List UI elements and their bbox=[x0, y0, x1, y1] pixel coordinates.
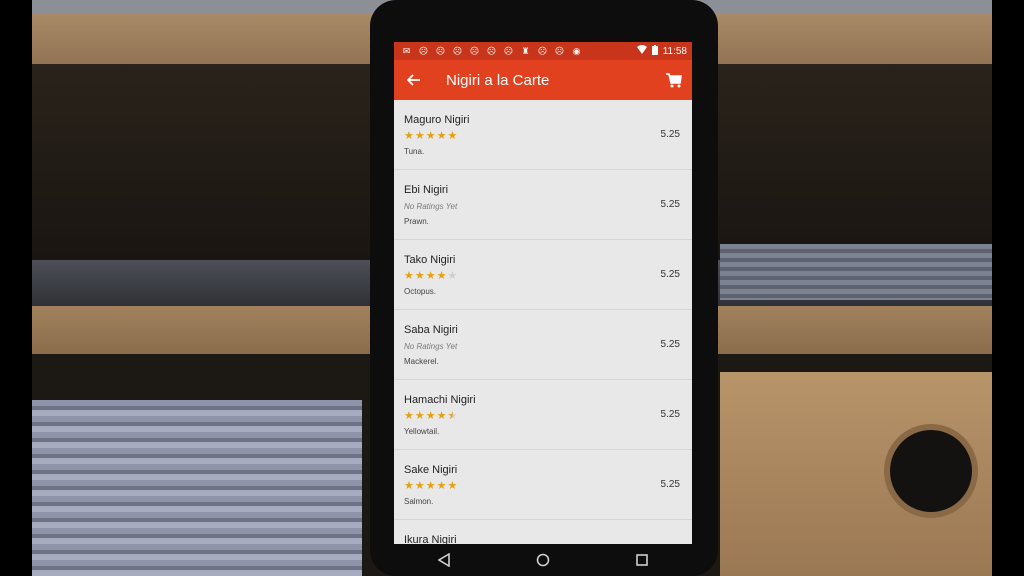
app-bar: Nigiri a la Carte bbox=[394, 60, 692, 100]
message-icon: ✉ bbox=[402, 45, 411, 56]
menu-item[interactable]: Tako Nigiri ★ ★ ★ ★ ★ Octopus. 5.25 bbox=[394, 240, 692, 310]
star-icon: ★ bbox=[414, 130, 425, 142]
alert-icon: ☹ bbox=[554, 45, 565, 56]
item-name: Ebi Nigiri bbox=[404, 184, 449, 196]
star-icon: ★ bbox=[447, 270, 458, 282]
wifi-icon bbox=[636, 45, 647, 57]
alert-icon: ☹ bbox=[469, 45, 480, 56]
sync-icon: ◉ bbox=[572, 45, 581, 56]
star-rating: ★ ★ ★ ★ ★ bbox=[404, 130, 457, 142]
star-icon: ★ bbox=[425, 270, 436, 282]
system-nav-bar bbox=[394, 544, 692, 576]
item-description: Mackerel. bbox=[404, 357, 439, 366]
notification-icons: ✉ ☹ ☹ ☹ ☹ ☹ ☹ ♜ ☹ ☹ ◉ bbox=[394, 46, 583, 57]
star-icon: ★ bbox=[404, 270, 414, 282]
item-name: Tako Nigiri bbox=[404, 254, 456, 266]
item-description: Octopus. bbox=[404, 287, 437, 296]
star-icon: ★ bbox=[404, 410, 414, 422]
triangle-back-icon bbox=[437, 553, 450, 567]
star-rating: ★ ★ ★ ★ ★ bbox=[404, 480, 457, 492]
menu-list: Maguro Nigiri ★ ★ ★ ★ ★ Tuna. 5.25 Ebi Nigiri No … bbox=[394, 100, 692, 544]
paper-stack bbox=[32, 400, 362, 576]
cart-button[interactable] bbox=[656, 60, 692, 100]
star-icon: ★ bbox=[436, 410, 447, 422]
star-rating: ★ ★ ★ ★ ★ bbox=[404, 410, 457, 422]
star-icon: ★ bbox=[436, 480, 447, 492]
drawer-hole bbox=[890, 430, 972, 512]
star-icon: ★ bbox=[404, 480, 414, 492]
item-description: Prawn. bbox=[404, 217, 429, 226]
item-name: Saba Nigiri bbox=[404, 324, 458, 336]
back-button[interactable] bbox=[394, 60, 434, 100]
circle-home-icon bbox=[536, 553, 550, 567]
item-description: Yellowtail. bbox=[404, 427, 440, 436]
alert-icon: ☹ bbox=[486, 45, 497, 56]
item-name: Maguro Nigiri bbox=[404, 114, 470, 126]
star-icon: ★ bbox=[404, 130, 414, 142]
nav-recents-button[interactable] bbox=[622, 546, 662, 574]
paper-stack bbox=[720, 244, 992, 300]
star-icon: ★ bbox=[447, 480, 458, 492]
star-icon: ★ bbox=[436, 130, 447, 142]
alert-icon: ☹ bbox=[435, 45, 446, 56]
star-icon: ★ bbox=[414, 480, 425, 492]
menu-item[interactable]: Sake Nigiri ★ ★ ★ ★ ★ Salmon. 5.25 bbox=[394, 450, 692, 520]
star-icon: ★ bbox=[436, 270, 447, 282]
menu-item[interactable]: Saba Nigiri No Ratings Yet Mackerel. 5.25 bbox=[394, 310, 692, 380]
no-rating-text: No Ratings Yet bbox=[404, 202, 458, 211]
item-price: 5.25 bbox=[660, 339, 680, 350]
star-icon: ★ bbox=[425, 480, 436, 492]
item-description: Salmon. bbox=[404, 497, 434, 506]
menu-item[interactable]: Maguro Nigiri ★ ★ ★ ★ ★ Tuna. 5.25 bbox=[394, 100, 692, 170]
alert-icon: ☹ bbox=[537, 45, 548, 56]
page-title: Nigiri a la Carte bbox=[446, 71, 550, 89]
alert-icon: ☹ bbox=[452, 45, 463, 56]
item-price: 5.25 bbox=[660, 409, 680, 420]
item-price: 5.25 bbox=[660, 479, 680, 490]
arrow-left-icon bbox=[407, 74, 420, 86]
alert-icon: ☹ bbox=[418, 45, 429, 56]
item-description: Tuna. bbox=[404, 147, 425, 156]
star-icon: ★ bbox=[414, 270, 425, 282]
battery-icon bbox=[651, 44, 658, 58]
status-indicators: 11:58 bbox=[636, 44, 692, 58]
menu-item[interactable]: Hamachi Nigiri ★ ★ ★ ★ ★ Yellowtail. 5.25 bbox=[394, 380, 692, 450]
star-icon: ★ bbox=[447, 410, 458, 422]
item-price: 5.25 bbox=[660, 129, 680, 140]
nav-back-button[interactable] bbox=[424, 546, 464, 574]
phone-screen: ✉ ☹ ☹ ☹ ☹ ☹ ☹ ♜ ☹ ☹ ◉ 11:58 Nigiri a la Carte Magu… bbox=[394, 42, 692, 544]
menu-item[interactable]: Ikura Nigiri bbox=[394, 520, 692, 544]
cart-icon bbox=[666, 72, 682, 87]
status-bar: ✉ ☹ ☹ ☹ ☹ ☹ ☹ ♜ ☹ ☹ ◉ 11:58 bbox=[394, 42, 692, 60]
star-icon: ★ bbox=[414, 410, 425, 422]
item-name: Sake Nigiri bbox=[404, 464, 458, 476]
square-recents-icon bbox=[636, 554, 649, 566]
menu-item[interactable]: Ebi Nigiri No Ratings Yet Prawn. 5.25 bbox=[394, 170, 692, 240]
star-rating: ★ ★ ★ ★ ★ bbox=[404, 270, 457, 282]
star-icon: ★ bbox=[425, 410, 436, 422]
item-name: Ikura Nigiri bbox=[404, 534, 457, 544]
no-rating-text: No Ratings Yet bbox=[404, 342, 458, 351]
nav-home-button[interactable] bbox=[523, 546, 563, 574]
chess-icon: ♜ bbox=[521, 45, 530, 56]
item-name: Hamachi Nigiri bbox=[404, 394, 476, 406]
star-icon: ★ bbox=[425, 130, 436, 142]
item-price: 5.25 bbox=[660, 269, 680, 280]
item-price: 5.25 bbox=[660, 199, 680, 210]
status-time: 11:58 bbox=[662, 45, 687, 57]
alert-icon: ☹ bbox=[503, 45, 514, 56]
star-icon: ★ bbox=[447, 130, 458, 142]
